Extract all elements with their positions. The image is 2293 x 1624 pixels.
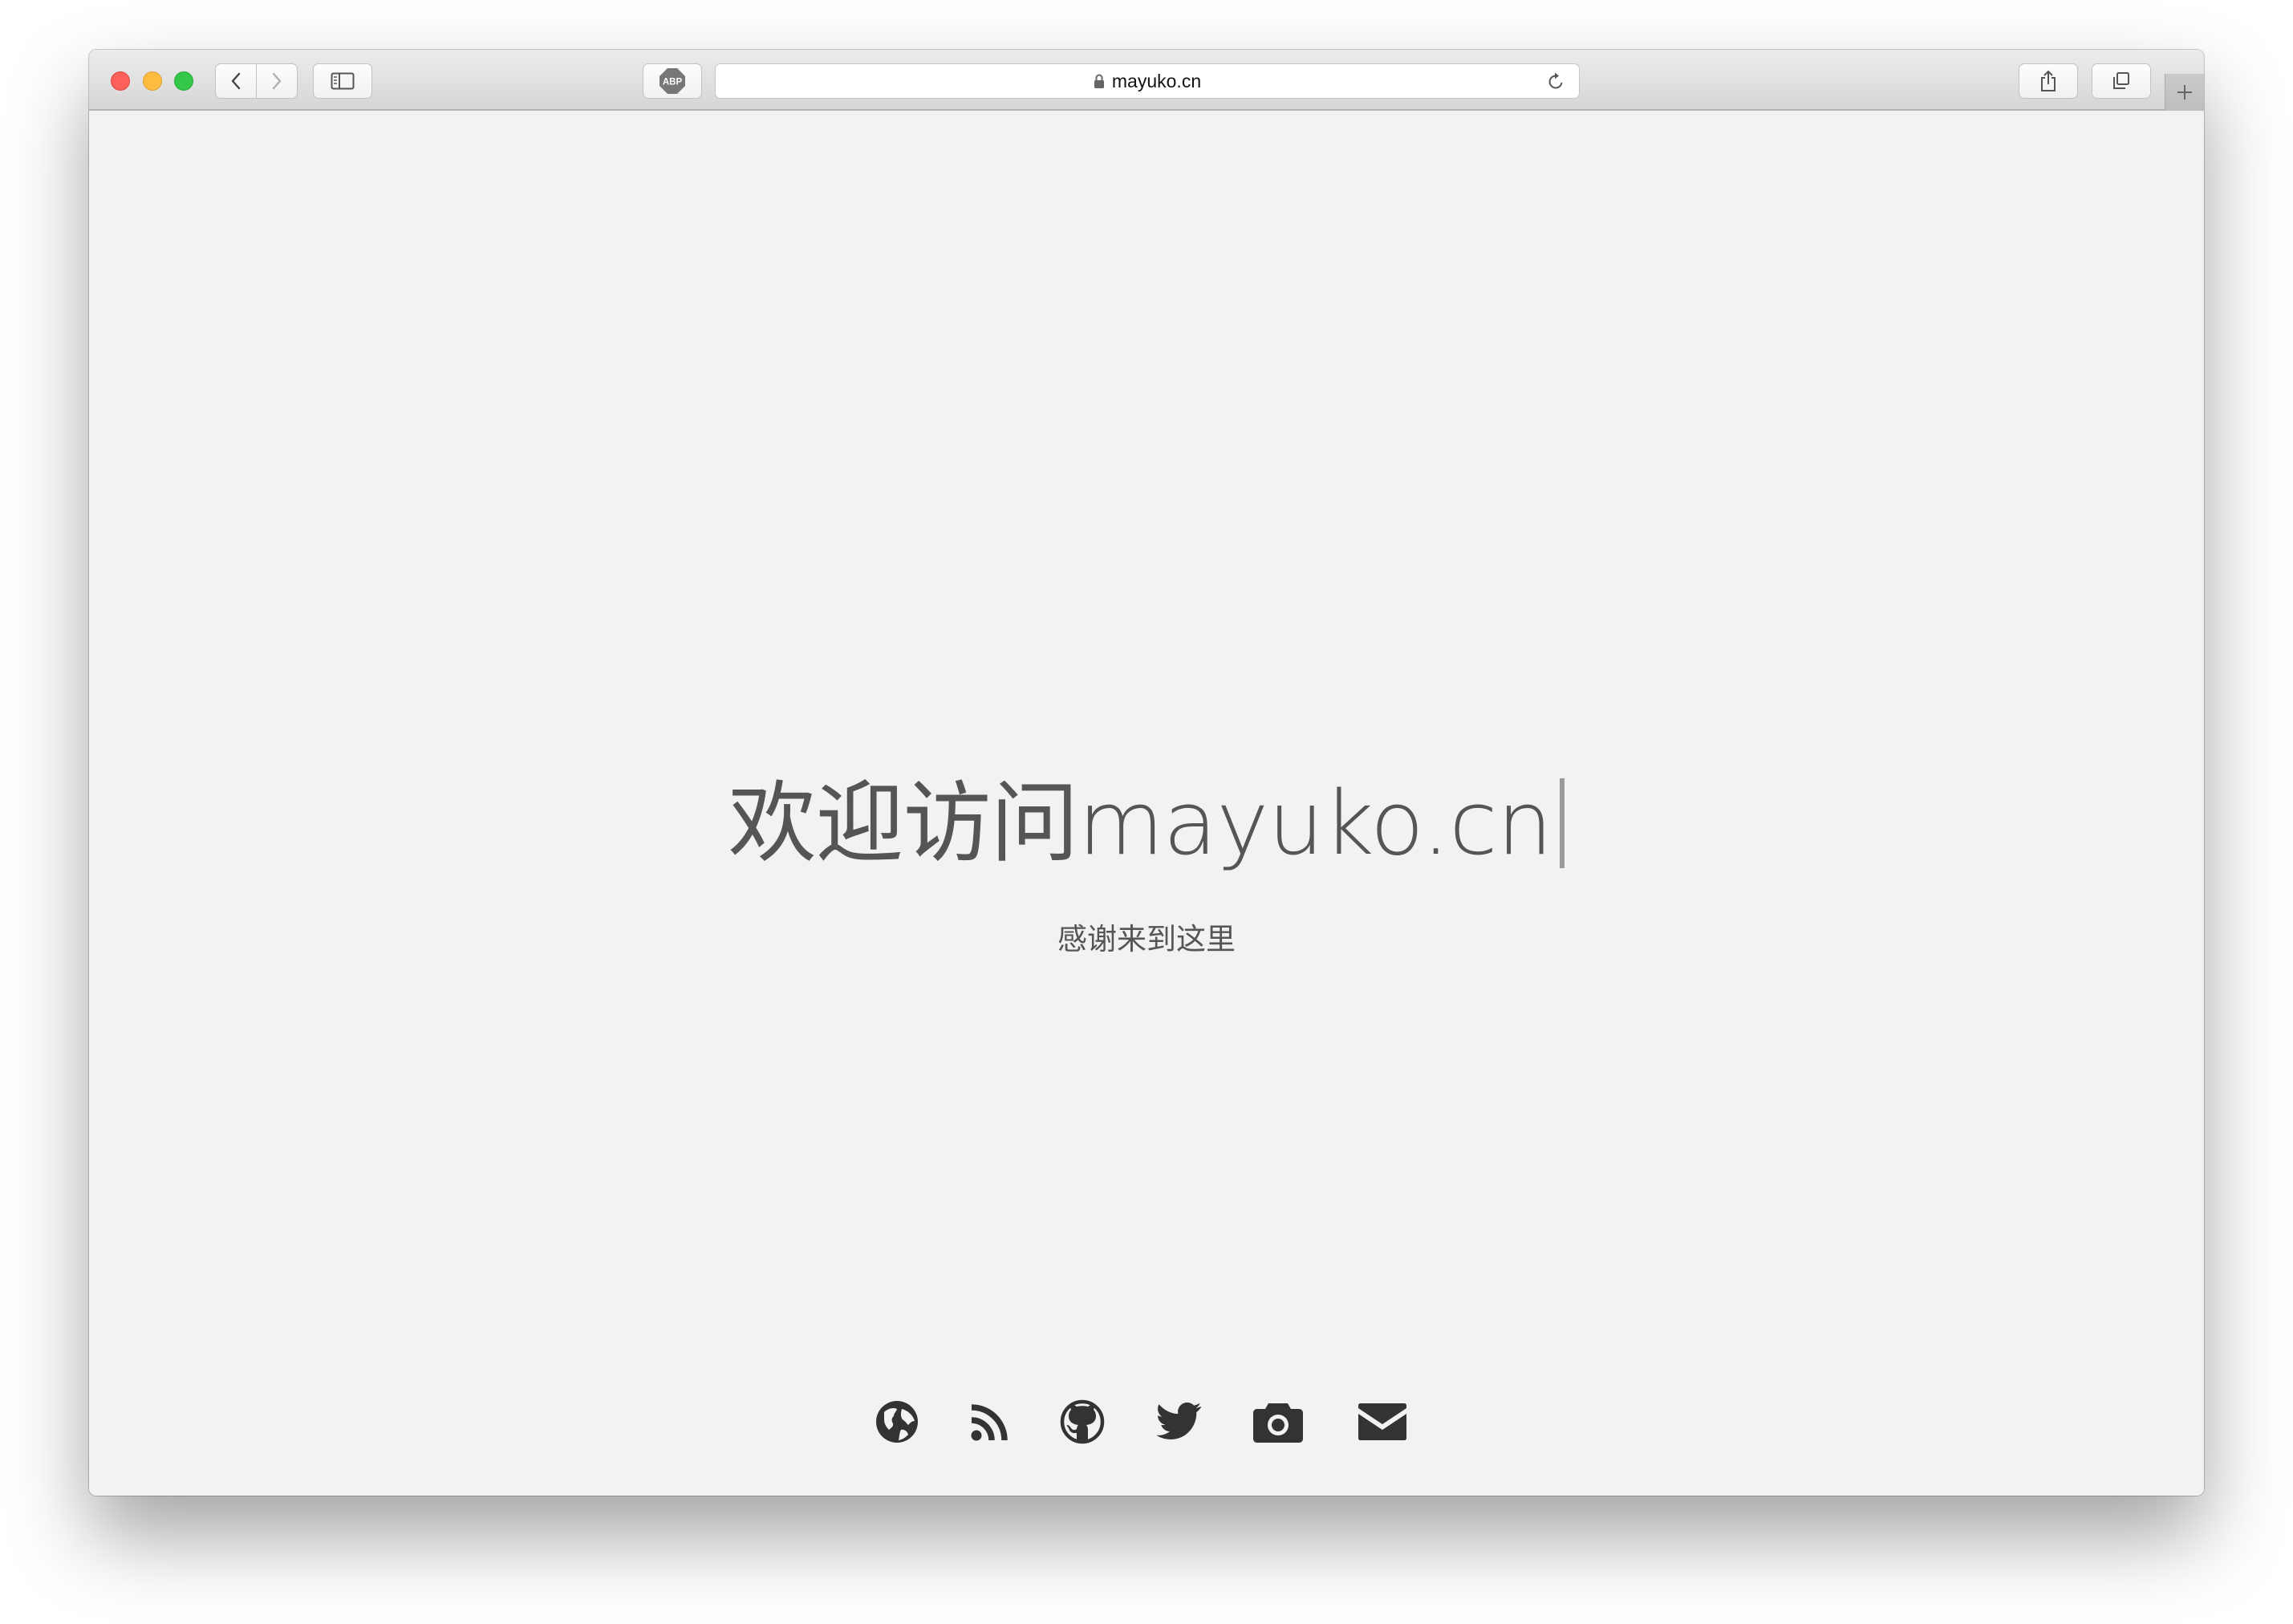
sidebar-button[interactable] xyxy=(313,63,372,99)
browser-toolbar: ABP mayuko.cn xyxy=(89,50,2204,111)
headline-text: 欢迎访问mayuko.cn xyxy=(728,772,1553,875)
close-button[interactable] xyxy=(111,71,130,91)
web-content: 欢迎访问mayuko.cn 感谢来到这里 xyxy=(89,111,2204,1496)
share-icon xyxy=(2041,70,2056,91)
address-bar[interactable]: mayuko.cn xyxy=(715,63,1580,99)
reload-icon[interactable] xyxy=(1545,71,1566,92)
forward-button[interactable] xyxy=(256,63,298,99)
address-content: mayuko.cn xyxy=(716,64,1579,98)
address-url: mayuko.cn xyxy=(1111,70,1202,91)
social-link-twitter[interactable] xyxy=(1155,1398,1203,1446)
twitter-icon xyxy=(1156,1403,1201,1439)
share-button[interactable] xyxy=(2019,63,2078,99)
adblock-plus-label: ABP xyxy=(663,78,683,87)
plus-icon xyxy=(2177,85,2192,99)
rss-icon xyxy=(971,1404,1008,1441)
globe-icon xyxy=(876,1401,918,1443)
tab-overview-icon xyxy=(2113,72,2129,89)
adblock-plus-icon: ABP xyxy=(659,68,685,94)
minimize-button[interactable] xyxy=(143,71,162,91)
lock-icon xyxy=(1094,74,1104,88)
browser-window: ABP mayuko.cn 欢迎访问mayuko.cn 感谢来到这里 xyxy=(89,50,2204,1496)
sidebar-icon xyxy=(331,72,355,90)
social-link-camera[interactable] xyxy=(1252,1398,1304,1446)
tab-overview-button[interactable] xyxy=(2092,63,2151,99)
github-icon xyxy=(1060,1399,1105,1444)
page-headline: 欢迎访问mayuko.cn xyxy=(89,751,2204,879)
envelope-icon xyxy=(1358,1403,1406,1440)
social-link-rss[interactable] xyxy=(968,1398,1013,1446)
chevron-right-icon xyxy=(272,72,282,90)
new-tab-button[interactable] xyxy=(2165,74,2204,111)
typing-cursor xyxy=(1560,778,1565,868)
social-link-email[interactable] xyxy=(1357,1398,1408,1446)
maximize-button[interactable] xyxy=(174,71,193,91)
social-link-globe[interactable] xyxy=(875,1398,919,1446)
social-link-github[interactable] xyxy=(1060,1398,1105,1446)
camera-icon xyxy=(1253,1403,1303,1443)
page-subtitle: 感谢来到这里 xyxy=(1057,922,1236,956)
back-button[interactable] xyxy=(215,63,257,99)
chevron-left-icon xyxy=(231,72,241,90)
adblock-plus-button[interactable]: ABP xyxy=(643,63,702,99)
